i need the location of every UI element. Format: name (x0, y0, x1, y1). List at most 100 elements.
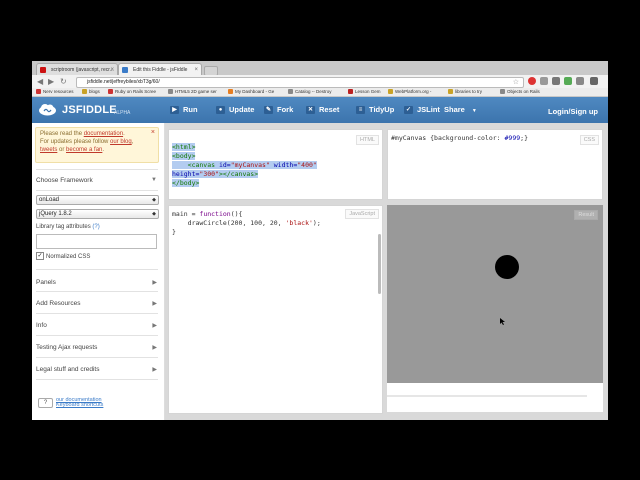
bookmark-item[interactable]: Catalog -- Destroy (288, 89, 332, 95)
testing-ajax-section[interactable]: Testing Ajax requests ▶ (36, 344, 157, 351)
fan-link[interactable]: become a fan (66, 147, 102, 153)
bookmark-item[interactable]: Ruby on Rails Scree (108, 89, 156, 95)
run-button[interactable]: ▶ Run (170, 102, 198, 118)
extension-icon[interactable] (528, 77, 536, 85)
login-signup-link[interactable]: Login/Sign up (548, 107, 598, 116)
tab-close-icon[interactable]: × (110, 64, 114, 75)
bookmark-item[interactable]: WebPlatform.org - (388, 89, 431, 95)
bookmark-item[interactable]: HTML5 2D game ser (168, 89, 217, 95)
section-title: Panels (36, 279, 56, 286)
bookmark-item[interactable]: Nerv resources (36, 89, 74, 95)
normalized-css-checkbox[interactable]: ✓ (36, 252, 44, 260)
tidyup-button[interactable]: ≡ TidyUp (356, 102, 394, 118)
bookmark-label: Catalog -- Destroy (295, 89, 332, 94)
mouse-cursor-icon (500, 318, 505, 325)
code-token: height= (172, 170, 200, 178)
jsfiddle-cloud-icon (39, 104, 56, 116)
javascript-panel[interactable]: JavaScript main = function(){ drawCircle… (168, 205, 383, 414)
html-panel-label: HTML (356, 135, 379, 145)
notice-text: Please read the (40, 131, 84, 137)
label-text: Library tag attributes (36, 224, 91, 230)
select-arrows-icon: ◆ (152, 211, 156, 217)
help-link[interactable]: (?) (92, 224, 99, 230)
load-type-select[interactable]: onLoad ◆ (36, 195, 159, 205)
chevron-down-icon: ▼ (151, 177, 157, 183)
bookmark-item[interactable]: Objects on Rails (500, 89, 540, 95)
code-token: #myCanvas (391, 134, 431, 142)
reset-icon: ✕ (306, 106, 315, 114)
normalized-css-label: Normalized CSS (46, 254, 91, 260)
add-resources-section[interactable]: Add Resources ▶ (36, 300, 157, 307)
panels-section[interactable]: Panels ▶ (36, 279, 157, 286)
wrench-icon[interactable] (552, 77, 560, 85)
reset-button[interactable]: ✕ Reset (306, 102, 339, 118)
library-tag-input[interactable] (36, 234, 157, 249)
documentation-link[interactable]: documentation (84, 131, 123, 137)
html-panel[interactable]: HTML <html> <body> <canvas id="myCanvas"… (168, 129, 383, 200)
share-button[interactable]: Share ▼ (444, 102, 477, 118)
divider (36, 379, 158, 380)
bookmark-item[interactable]: My Dashboard - Ge (228, 89, 274, 95)
code-token: <body> (172, 152, 196, 160)
scrollbar[interactable] (378, 234, 381, 294)
canvas-area[interactable] (387, 205, 603, 383)
tab-jsfiddle[interactable]: Edit this Fiddle - jsFiddle × (118, 63, 202, 75)
javascript-panel-label: JavaScript (345, 209, 379, 219)
select-value: jQuery 1.8.2 (39, 211, 72, 217)
bookmark-item[interactable]: blogs (82, 89, 100, 95)
jslint-button[interactable]: ✓ JSLint (404, 102, 440, 118)
close-icon[interactable]: × (151, 129, 155, 137)
bookmark-icon (348, 89, 353, 94)
keyboard-help-icon[interactable]: ? (38, 398, 53, 408)
back-icon[interactable]: ◀ (37, 77, 43, 86)
info-section[interactable]: Info ▶ (36, 322, 157, 329)
youtube-favicon-icon (40, 67, 46, 73)
extension-icon[interactable] (576, 77, 584, 85)
tidyup-label: TidyUp (369, 105, 395, 114)
code-token: ); (312, 219, 321, 227)
code-token: <html> (172, 143, 196, 151)
css-code[interactable]: #myCanvas {background-color: #999;} (391, 134, 528, 143)
result-panel-label: Result (574, 210, 598, 220)
extension-icon[interactable] (564, 77, 572, 85)
bookmark-label: WebPlatform.org - (395, 89, 432, 94)
tab-close-icon[interactable]: × (194, 64, 198, 75)
library-select[interactable]: jQuery 1.8.2 ◆ (36, 209, 159, 219)
forward-icon[interactable]: ▶ (48, 77, 54, 86)
css-panel[interactable]: CSS #myCanvas {background-color: #999;} (387, 129, 603, 200)
reload-icon[interactable]: ↻ (60, 77, 67, 86)
choose-framework-header[interactable]: Choose Framework ▼ (36, 177, 157, 184)
menu-icon[interactable] (590, 77, 598, 85)
code-token: "300" (199, 170, 219, 178)
tab-scriptroom[interactable]: scriptroom (javascript, recr... × (36, 63, 118, 75)
library-tag-label: Library tag attributes (?) (36, 224, 100, 230)
divider (36, 313, 158, 314)
bookmark-item[interactable]: libraries to try (448, 89, 482, 95)
legal-section[interactable]: Legal stuff and credits ▶ (36, 366, 157, 373)
notice-box: × Please read the documentation. For upd… (35, 127, 159, 163)
address-bar[interactable]: jsfiddle.net/jeffreybiles/xbT3g/60/ ☆ (76, 77, 524, 88)
javascript-code[interactable]: main = function(){ drawCircle(200, 100, … (172, 210, 321, 237)
tab-bar: scriptroom (javascript, recr... × Edit t… (32, 61, 608, 76)
bookmark-item[interactable]: Lesson Gem (348, 89, 381, 95)
fork-label: Fork (277, 105, 294, 114)
tweets-link[interactable]: tweets (40, 147, 57, 153)
chevron-down-icon: ▼ (471, 108, 477, 114)
html-code[interactable]: <html> <body> <canvas id="myCanvas" widt… (172, 134, 317, 188)
fork-button[interactable]: ✎ Fork (264, 102, 293, 118)
divider (36, 335, 158, 336)
bookmark-star-icon[interactable]: ☆ (513, 78, 519, 87)
sidebar: × Please read the documentation. For upd… (32, 123, 165, 420)
chevron-right-icon: ▶ (152, 367, 157, 373)
update-button[interactable]: ● Update (216, 102, 254, 118)
blog-link[interactable]: our blog (110, 139, 132, 145)
bookmarks-bar: Nerv resources blogs Ruby on Rails Scree… (32, 88, 608, 97)
section-title: Testing Ajax requests (36, 344, 98, 351)
logo-text[interactable]: JSFIDDLE (62, 104, 117, 116)
horizontal-scrollbar[interactable] (387, 395, 587, 397)
select-value: onLoad (39, 197, 60, 203)
keyboard-shortcuts-link[interactable]: Keyboard shortcuts (56, 402, 103, 408)
extension-icon[interactable] (540, 77, 548, 85)
bookmark-label: Ruby on Rails Scree (115, 89, 157, 94)
bookmark-icon (388, 89, 393, 94)
